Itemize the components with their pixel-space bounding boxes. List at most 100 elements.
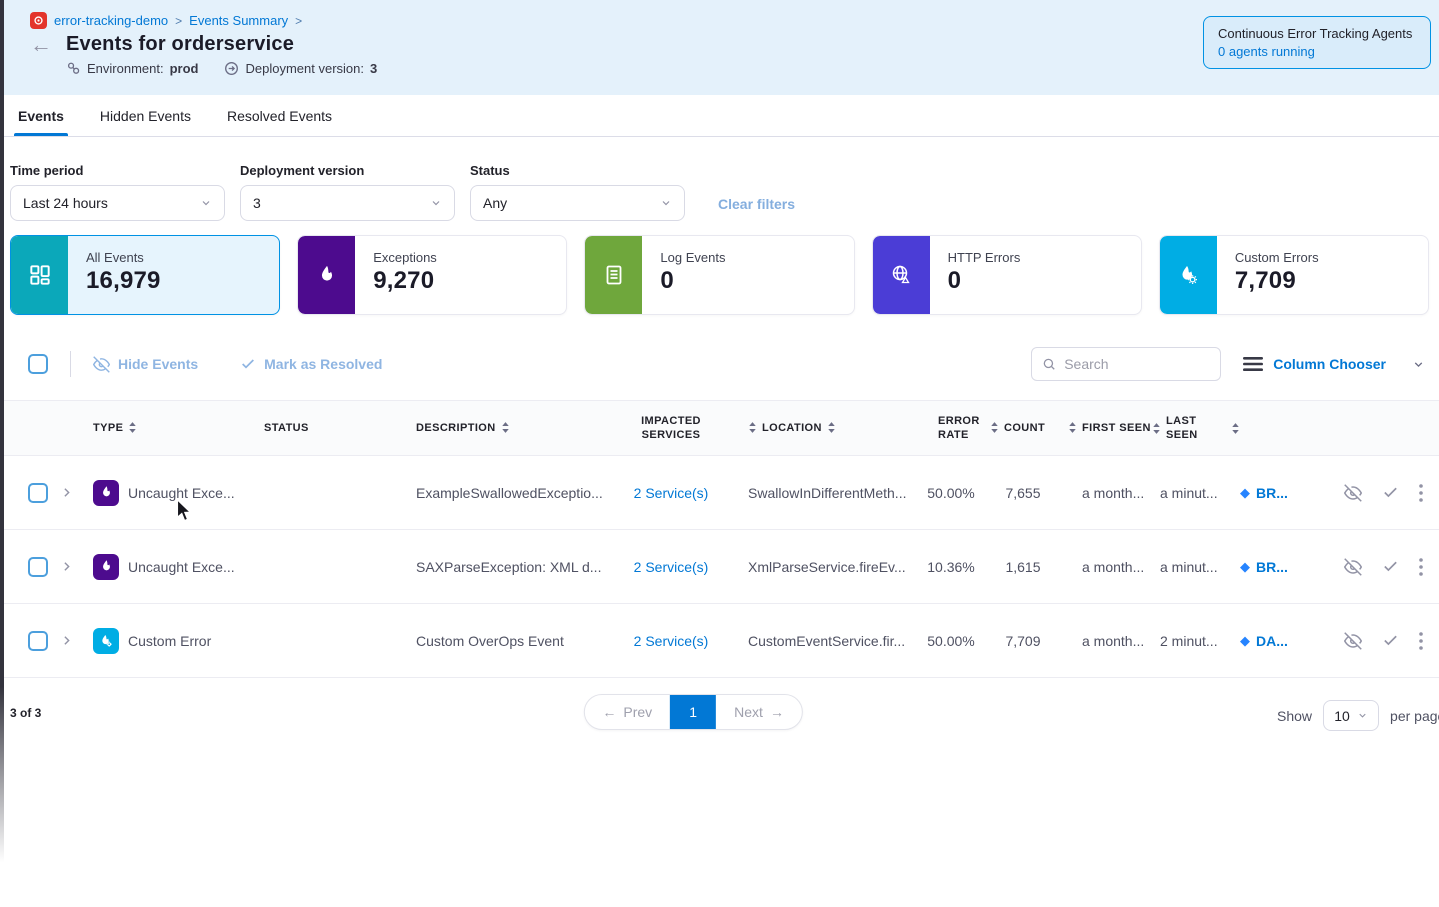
page-header: error-tracking-demo > Events Summary > ←… [0, 0, 1439, 95]
hide-event-icon[interactable] [1344, 484, 1362, 502]
event-type-text: Custom Error [128, 633, 211, 649]
time-period-select[interactable]: Last 24 hours [10, 185, 225, 221]
toolbar-divider [70, 351, 71, 377]
column-header-last-seen[interactable]: LAST SEEN [1166, 414, 1226, 443]
sort-icon[interactable] [827, 422, 836, 433]
clear-filters-button[interactable]: Clear filters [718, 196, 795, 212]
sort-icon[interactable] [1231, 423, 1240, 434]
jira-ticket-link[interactable]: ◆ DA... [1240, 633, 1326, 649]
count-value: 1,615 [990, 559, 1056, 575]
page-size-select[interactable]: 10 [1323, 700, 1379, 731]
column-header-description[interactable]: DESCRIPTION [416, 421, 496, 435]
hide-event-icon[interactable] [1344, 558, 1362, 576]
stat-card-exceptions[interactable]: Exceptions 9,270 [297, 235, 567, 315]
deployment-version-select[interactable]: 3 [240, 185, 455, 221]
resolve-event-icon[interactable] [1382, 484, 1399, 501]
count-value: 7,655 [990, 485, 1056, 501]
hide-event-icon[interactable] [1344, 632, 1362, 650]
filter-bar: Time period Last 24 hours Deployment ver… [0, 137, 1439, 221]
status-value: Any [483, 195, 507, 211]
impacted-services-link[interactable]: 2 Service(s) [634, 485, 709, 501]
jira-ticket-link[interactable]: ◆ BR... [1240, 485, 1326, 501]
event-type-text: Uncaught Exce... [128, 559, 235, 575]
stat-value: 7,709 [1235, 267, 1319, 295]
sort-icon[interactable] [1152, 423, 1161, 434]
sort-icon[interactable] [501, 422, 510, 433]
arrow-right-icon: → [770, 704, 784, 720]
event-location: XmlParseService.fireEv... [730, 559, 912, 575]
column-header-error-rate[interactable]: ERROR RATE [938, 414, 980, 443]
hide-events-label: Hide Events [118, 356, 198, 372]
flame-icon [93, 480, 119, 506]
table-row: Uncaught Exce... SAXParseException: XML … [0, 530, 1439, 604]
stat-card-custom-errors[interactable]: Custom Errors 7,709 [1159, 235, 1429, 315]
tab-hidden-events[interactable]: Hidden Events [100, 95, 191, 136]
impacted-services-link[interactable]: 2 Service(s) [634, 559, 709, 575]
status-select[interactable]: Any [470, 185, 685, 221]
tab-events[interactable]: Events [18, 95, 64, 136]
page-number-button[interactable]: 1 [670, 695, 716, 729]
table-toolbar: Hide Events Mark as Resolved Column Choo… [0, 344, 1439, 384]
row-menu-icon[interactable] [1419, 484, 1423, 502]
chevron-down-icon [430, 197, 442, 209]
time-period-value: Last 24 hours [23, 195, 108, 211]
deployment-meta: Deployment version: 3 [224, 61, 377, 76]
row-menu-icon[interactable] [1419, 558, 1423, 576]
stat-card-http-errors[interactable]: HTTP Errors 0 [872, 235, 1142, 315]
column-header-location[interactable]: LOCATION [762, 421, 822, 435]
mark-resolved-button[interactable]: Mark as Resolved [240, 356, 382, 372]
sort-icon[interactable] [748, 422, 757, 433]
expand-row-chevron-icon[interactable] [52, 560, 80, 573]
breadcrumb-separator: > [295, 14, 302, 28]
first-seen-value: a month... [1056, 485, 1152, 501]
chevron-down-icon [1357, 710, 1368, 721]
pager: ← Prev 1 Next → [583, 694, 803, 730]
row-checkbox[interactable] [28, 557, 48, 577]
tab-resolved-events[interactable]: Resolved Events [227, 95, 332, 136]
deployment-version-label: Deployment version [240, 163, 455, 178]
table-row: Uncaught Exce... ExampleSwallowedExcepti… [0, 456, 1439, 530]
environment-label: Environment: [87, 61, 164, 76]
column-header-count[interactable]: COUNT [1004, 421, 1045, 435]
expand-row-chevron-icon[interactable] [52, 486, 80, 499]
select-all-checkbox[interactable] [28, 354, 48, 374]
sort-icon[interactable] [128, 422, 137, 433]
first-seen-value: a month... [1056, 559, 1152, 575]
sort-icon[interactable] [1068, 422, 1077, 433]
deployment-label: Deployment version: [245, 61, 364, 76]
sort-icon[interactable] [990, 422, 999, 433]
agents-running-link[interactable]: 0 agents running [1218, 44, 1416, 59]
stat-card-log-events[interactable]: Log Events 0 [584, 235, 854, 315]
expand-row-chevron-icon[interactable] [52, 634, 80, 647]
ticket-id: DA... [1256, 633, 1288, 649]
arrow-left-icon: ← [602, 704, 616, 720]
breadcrumb-section-link[interactable]: Events Summary [189, 13, 288, 28]
resolve-event-icon[interactable] [1382, 558, 1399, 575]
row-menu-icon[interactable] [1419, 632, 1423, 650]
prev-page-button[interactable]: ← Prev [584, 695, 670, 729]
breadcrumb-project-link[interactable]: error-tracking-demo [54, 13, 168, 28]
window-left-edge [0, 0, 4, 880]
impacted-services-link[interactable]: 2 Service(s) [634, 633, 709, 649]
search-input[interactable] [1064, 356, 1204, 372]
stat-value: 16,979 [86, 267, 161, 295]
next-page-button[interactable]: Next → [716, 695, 802, 729]
stat-card-all-events[interactable]: All Events 16,979 [10, 235, 280, 315]
row-checkbox[interactable] [28, 483, 48, 503]
chevron-down-icon [660, 197, 672, 209]
hide-events-button[interactable]: Hide Events [93, 356, 198, 373]
column-header-impacted-services[interactable]: IMPACTED SERVICES [634, 414, 708, 443]
agents-card-title: Continuous Error Tracking Agents [1218, 26, 1416, 41]
resolve-event-icon[interactable] [1382, 632, 1399, 649]
column-chooser-button[interactable]: Column Chooser [1243, 356, 1425, 372]
environment-meta: Environment: prod [66, 61, 198, 76]
column-header-type[interactable]: TYPE [93, 421, 123, 435]
stat-value: 0 [948, 267, 1021, 295]
chevron-down-icon[interactable] [1412, 358, 1425, 371]
column-header-first-seen[interactable]: FIRST SEEN [1082, 421, 1151, 435]
log-document-icon [602, 263, 626, 287]
back-arrow-icon[interactable]: ← [30, 34, 52, 56]
jira-ticket-link[interactable]: ◆ BR... [1240, 559, 1326, 575]
column-header-status[interactable]: STATUS [264, 421, 309, 435]
row-checkbox[interactable] [28, 631, 48, 651]
